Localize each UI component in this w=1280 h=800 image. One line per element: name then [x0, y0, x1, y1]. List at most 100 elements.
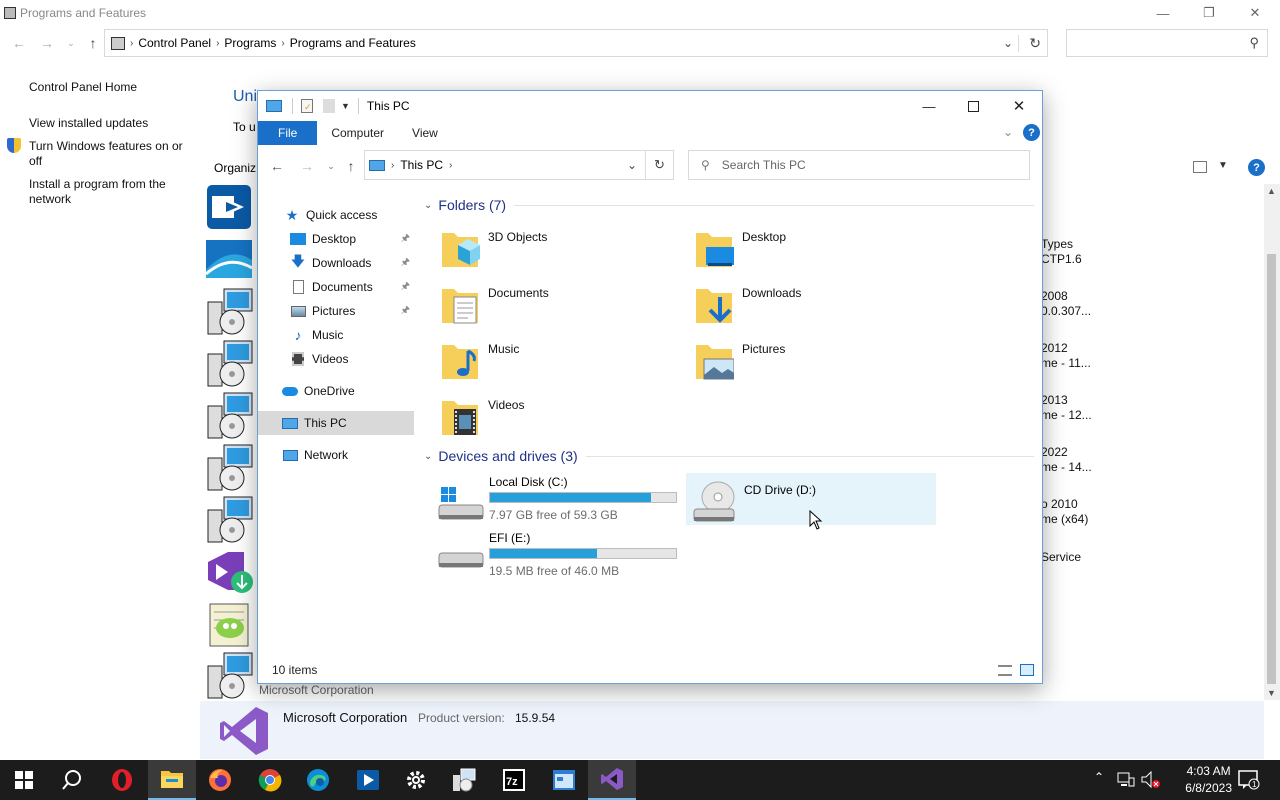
qat-dropdown-icon[interactable]: ▼ — [341, 101, 350, 111]
organize-button-fragment[interactable]: Organiz — [214, 161, 256, 175]
help-icon[interactable]: ? — [1023, 124, 1040, 141]
visual-studio-installer-program-icon[interactable] — [206, 548, 254, 594]
recent-dropdown-icon[interactable]: ⌄ — [60, 28, 82, 58]
bg-address-box[interactable]: › Control Panel › Programs › Programs an… — [104, 29, 1048, 57]
nav-documents[interactable]: Documents 🖈 — [258, 275, 414, 299]
folder-music[interactable]: Music — [440, 339, 680, 389]
nav-onedrive[interactable]: OneDrive — [258, 379, 414, 403]
explorer-address-box[interactable]: › This PC › ⌄ ↻ — [364, 150, 674, 180]
tab-file[interactable]: File — [258, 121, 318, 145]
opera-taskbar-button[interactable] — [98, 760, 146, 800]
nav-music[interactable]: ♪ Music — [258, 323, 414, 347]
app-program-icon[interactable] — [205, 240, 254, 286]
explorer-search-input[interactable]: ⚲ Search This PC — [688, 150, 1030, 180]
edge-taskbar-button[interactable] — [294, 760, 342, 800]
installer-program-icon[interactable] — [206, 496, 254, 543]
folder-documents[interactable]: Documents — [440, 283, 680, 333]
maximize-button[interactable] — [950, 93, 996, 119]
installer-program-icon[interactable] — [206, 340, 254, 387]
tab-view[interactable]: View — [398, 121, 452, 145]
folders-section-header[interactable]: ⌄ Folders (7) — [424, 197, 1034, 213]
scroll-down-icon[interactable]: ▼ — [1267, 688, 1276, 698]
breadcrumb-programs-features[interactable]: Programs and Features — [290, 36, 416, 50]
recent-dropdown-icon[interactable]: ⌄ — [320, 151, 342, 181]
up-arrow-icon[interactable]: ↑ — [82, 28, 104, 58]
nav-quick-access[interactable]: ★ Quick access — [258, 203, 414, 227]
nav-this-pc[interactable]: This PC — [258, 411, 414, 435]
bg-search-input[interactable]: ⚲ — [1066, 29, 1268, 57]
firefox-taskbar-button[interactable] — [196, 760, 244, 800]
remote-desktop-taskbar-button[interactable] — [344, 760, 392, 800]
pin-icon[interactable]: 🖈 — [401, 279, 410, 296]
scroll-up-icon[interactable]: ▲ — [1267, 186, 1276, 196]
address-dropdown-icon[interactable]: ⌄ — [627, 158, 637, 172]
forward-arrow-icon[interactable]: → — [296, 151, 318, 181]
address-dropdown-icon[interactable]: ⌄ — [1003, 36, 1013, 50]
properties-icon[interactable]: ✓ — [301, 99, 313, 113]
view-installed-updates-link[interactable]: View installed updates — [29, 116, 148, 131]
folder-downloads[interactable]: Downloads — [694, 283, 934, 333]
visual-studio-installer-taskbar-button[interactable] — [588, 760, 636, 800]
refresh-icon[interactable]: ↻ — [645, 151, 673, 179]
chrome-taskbar-button[interactable] — [246, 760, 294, 800]
programs-features-taskbar-button[interactable] — [440, 760, 488, 800]
address-this-pc[interactable]: This PC — [400, 158, 443, 172]
details-view-icon[interactable] — [998, 665, 1012, 676]
bg-maximize-button[interactable]: ❐ — [1186, 0, 1232, 26]
bg-list-scrollbar[interactable]: ▲ ▼ — [1264, 184, 1280, 700]
chevron-up-icon[interactable]: ⌃ — [1094, 770, 1104, 784]
view-options-icon[interactable] — [1193, 161, 1207, 173]
nav-videos[interactable]: Videos — [258, 347, 414, 371]
folder-videos[interactable]: Videos — [440, 395, 680, 445]
folder-pictures[interactable]: Pictures — [694, 339, 934, 389]
remote-desktop-program-icon[interactable] — [206, 184, 254, 230]
installer-program-icon[interactable] — [206, 652, 254, 699]
drive-c[interactable]: Local Disk (C:) 7.97 GB free of 59.3 GB — [438, 475, 680, 527]
turn-windows-features-link[interactable]: Turn Windows features on or off — [29, 139, 199, 169]
drives-section-header[interactable]: ⌄ Devices and drives (3) — [424, 448, 1034, 464]
bg-close-button[interactable]: ✕ — [1232, 0, 1278, 26]
folder-3d-objects[interactable]: 3D Objects — [440, 227, 680, 277]
nav-network[interactable]: Network — [258, 443, 414, 467]
volume-muted-icon[interactable] — [1141, 771, 1161, 789]
search-button[interactable] — [48, 760, 96, 800]
view-dropdown-icon[interactable]: ▼ — [1218, 160, 1228, 171]
expand-ribbon-icon[interactable]: ⌄ — [1003, 125, 1013, 139]
minimize-button[interactable]: — — [906, 93, 952, 119]
nav-desktop[interactable]: Desktop 🖈 — [258, 227, 414, 251]
notifications-icon[interactable]: 1 — [1238, 770, 1260, 790]
folder-desktop[interactable]: Desktop — [694, 227, 934, 277]
pin-icon[interactable]: 🖈 — [401, 255, 410, 272]
close-button[interactable]: ✕ — [996, 93, 1042, 119]
drive-e[interactable]: EFI (E:) 19.5 MB free of 46.0 MB — [438, 531, 680, 583]
tab-computer[interactable]: Computer — [317, 121, 398, 145]
back-arrow-icon[interactable]: ← — [266, 151, 288, 181]
system-clock[interactable]: 4:03 AM 6/8/2023 — [1185, 763, 1232, 797]
installer-program-icon[interactable] — [206, 392, 254, 439]
control-panel-home-link[interactable]: Control Panel Home — [29, 80, 137, 95]
installer-program-icon[interactable] — [206, 444, 254, 491]
new-folder-icon[interactable] — [323, 99, 335, 113]
help-icon[interactable]: ? — [1248, 159, 1265, 176]
up-arrow-icon[interactable]: ↑ — [340, 151, 362, 181]
back-arrow-icon[interactable]: ← — [8, 28, 30, 58]
installer-program-icon[interactable] — [206, 288, 254, 335]
pin-icon[interactable]: 🖈 — [401, 303, 410, 320]
refresh-icon[interactable]: ↻ — [1018, 34, 1041, 52]
forward-arrow-icon[interactable]: → — [36, 28, 58, 58]
install-from-network-link[interactable]: Install a program from the network — [29, 177, 189, 207]
pin-icon[interactable]: 🖈 — [401, 231, 410, 248]
network-icon[interactable] — [1117, 772, 1135, 788]
bg-minimize-button[interactable]: — — [1140, 0, 1186, 26]
app-window-taskbar-button[interactable] — [540, 760, 588, 800]
breadcrumb-control-panel[interactable]: Control Panel — [138, 36, 211, 50]
start-button[interactable] — [0, 760, 48, 800]
large-icons-view-icon[interactable] — [1020, 664, 1034, 676]
7zip-taskbar-button[interactable]: 7z — [490, 760, 538, 800]
nav-pictures[interactable]: Pictures 🖈 — [258, 299, 414, 323]
settings-taskbar-button[interactable] — [392, 760, 440, 800]
breadcrumb-programs[interactable]: Programs — [224, 36, 276, 50]
notepadpp-program-icon[interactable] — [206, 600, 254, 647]
nav-downloads[interactable]: 🡇 Downloads 🖈 — [258, 251, 414, 275]
file-explorer-taskbar-button[interactable] — [148, 760, 196, 800]
